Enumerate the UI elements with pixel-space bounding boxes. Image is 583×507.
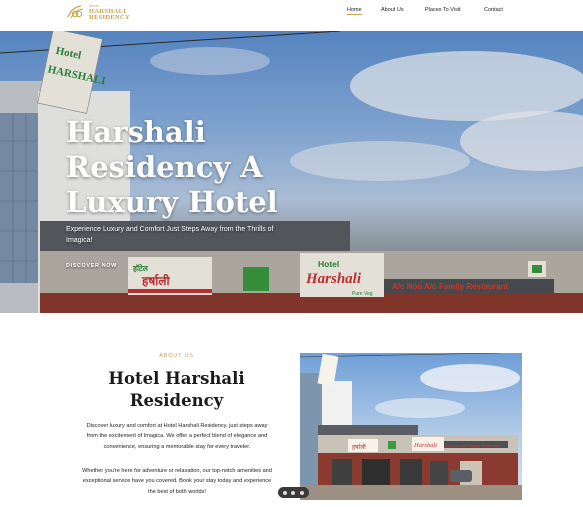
chat-dot (291, 490, 296, 495)
chat-widget-icon[interactable] (278, 487, 309, 498)
nav-about-us[interactable]: About Us (381, 7, 404, 13)
hero-title: Harshali Residency A Luxury Hotel (66, 115, 278, 219)
about-tag: ABOUT US (159, 353, 194, 359)
svg-text:A/c Non A/c Family Restaurant: A/c Non A/c Family Restaurant (446, 443, 501, 448)
about-paragraph-2: Whether you're here for adventure or rel… (82, 468, 272, 495)
discover-now-button[interactable]: DISCOVER NOW (66, 263, 117, 269)
hero-subtitle: Experience Luxury and Comfort Just Steps… (66, 226, 274, 244)
site-header: Hotel HARSHALI RESIDENCY Home About Us P… (0, 0, 583, 31)
chat-dot (283, 490, 288, 495)
nav-places-to-visit[interactable]: Places To Visit (425, 7, 461, 13)
svg-text:हर्षाली: हर्षाली (352, 443, 366, 451)
svg-text:Harshali: Harshali (413, 442, 437, 449)
hotel-exterior-photo: हर्षाली Harshali A/c Non A/c Family Rest… (300, 353, 522, 500)
about-paragraph-1: Discover luxury and comfort at Hotel Har… (86, 423, 268, 450)
nav-home[interactable]: Home (347, 7, 362, 15)
hero-section: Hotel HARSHALI हॉटेल हर्षाली Hotel Harsh… (0, 31, 583, 313)
main-nav: Home About Us Places To Visit Contact (0, 7, 583, 19)
nav-contact[interactable]: Contact (484, 7, 503, 13)
about-title: Hotel Harshali Residency (108, 369, 245, 410)
chat-dot (299, 490, 304, 495)
